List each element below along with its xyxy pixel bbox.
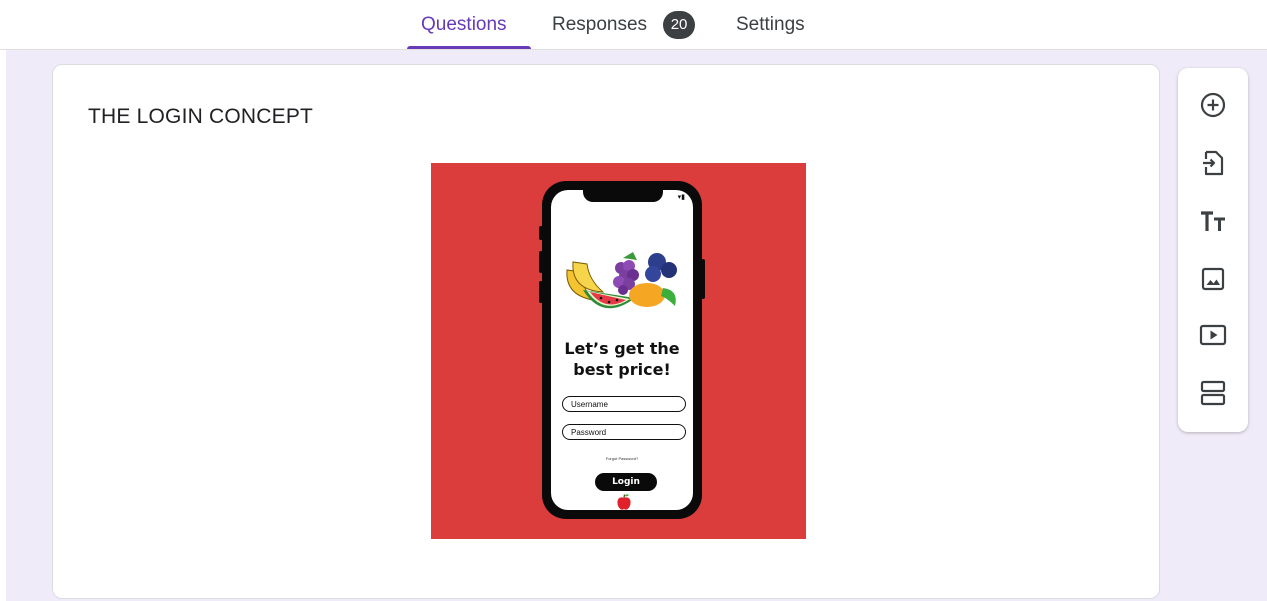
phone-notch	[583, 190, 663, 202]
add-video-button[interactable]	[1198, 320, 1228, 350]
tab-settings[interactable]: Settings	[736, 0, 805, 49]
tab-responses-label: Responses	[552, 13, 648, 35]
add-section-button[interactable]	[1198, 378, 1228, 408]
section-icon	[1200, 380, 1226, 406]
login-button-graphic: Login	[595, 473, 657, 491]
phone-side-button	[539, 251, 543, 273]
active-tab-indicator	[407, 46, 531, 49]
form-item-card[interactable]: THE LOGIN CONCEPT ▾▮ Let’s get the best …	[52, 64, 1160, 599]
form-item-title[interactable]: THE LOGIN CONCEPT	[88, 105, 313, 129]
tab-settings-label: Settings	[736, 13, 805, 35]
phone-screen: ▾▮ Let’s get the best price! Username Pa…	[551, 190, 693, 510]
video-icon	[1199, 324, 1227, 346]
responses-count-badge: 20	[663, 10, 696, 39]
forgot-password-link: Forgot Password?	[605, 456, 639, 461]
add-circle-icon	[1200, 92, 1226, 118]
username-field: Username	[562, 396, 686, 412]
import-questions-button[interactable]	[1198, 148, 1228, 178]
floating-toolbar	[1178, 68, 1248, 432]
import-icon	[1203, 150, 1224, 176]
form-image[interactable]: ▾▮ Let’s get the best price! Username Pa…	[431, 163, 806, 539]
password-field: Password	[562, 424, 686, 440]
status-icons: ▾▮	[677, 194, 685, 201]
image-headline: Let’s get the best price!	[551, 338, 693, 380]
phone-side-button	[701, 259, 705, 299]
tab-questions-label: Questions	[421, 13, 507, 35]
phone-mockup: ▾▮ Let’s get the best price! Username Pa…	[539, 181, 705, 519]
phone-side-button	[539, 281, 543, 303]
phone-side-button	[539, 226, 543, 240]
headline-line-1: Let’s get the	[564, 339, 680, 358]
apple-logo-icon	[617, 494, 631, 510]
headline-line-2: best price!	[573, 360, 671, 379]
add-title-description-button[interactable]	[1198, 206, 1228, 236]
title-icon	[1201, 211, 1225, 231]
tab-responses[interactable]: Responses 20	[552, 0, 696, 49]
top-tab-bar: Questions Responses 20 Settings	[0, 0, 1267, 50]
tab-questions[interactable]: Questions	[421, 0, 507, 49]
image-icon	[1201, 267, 1225, 291]
add-question-button[interactable]	[1198, 90, 1228, 120]
add-image-button[interactable]	[1198, 264, 1228, 294]
fruits-illustration	[566, 252, 677, 309]
